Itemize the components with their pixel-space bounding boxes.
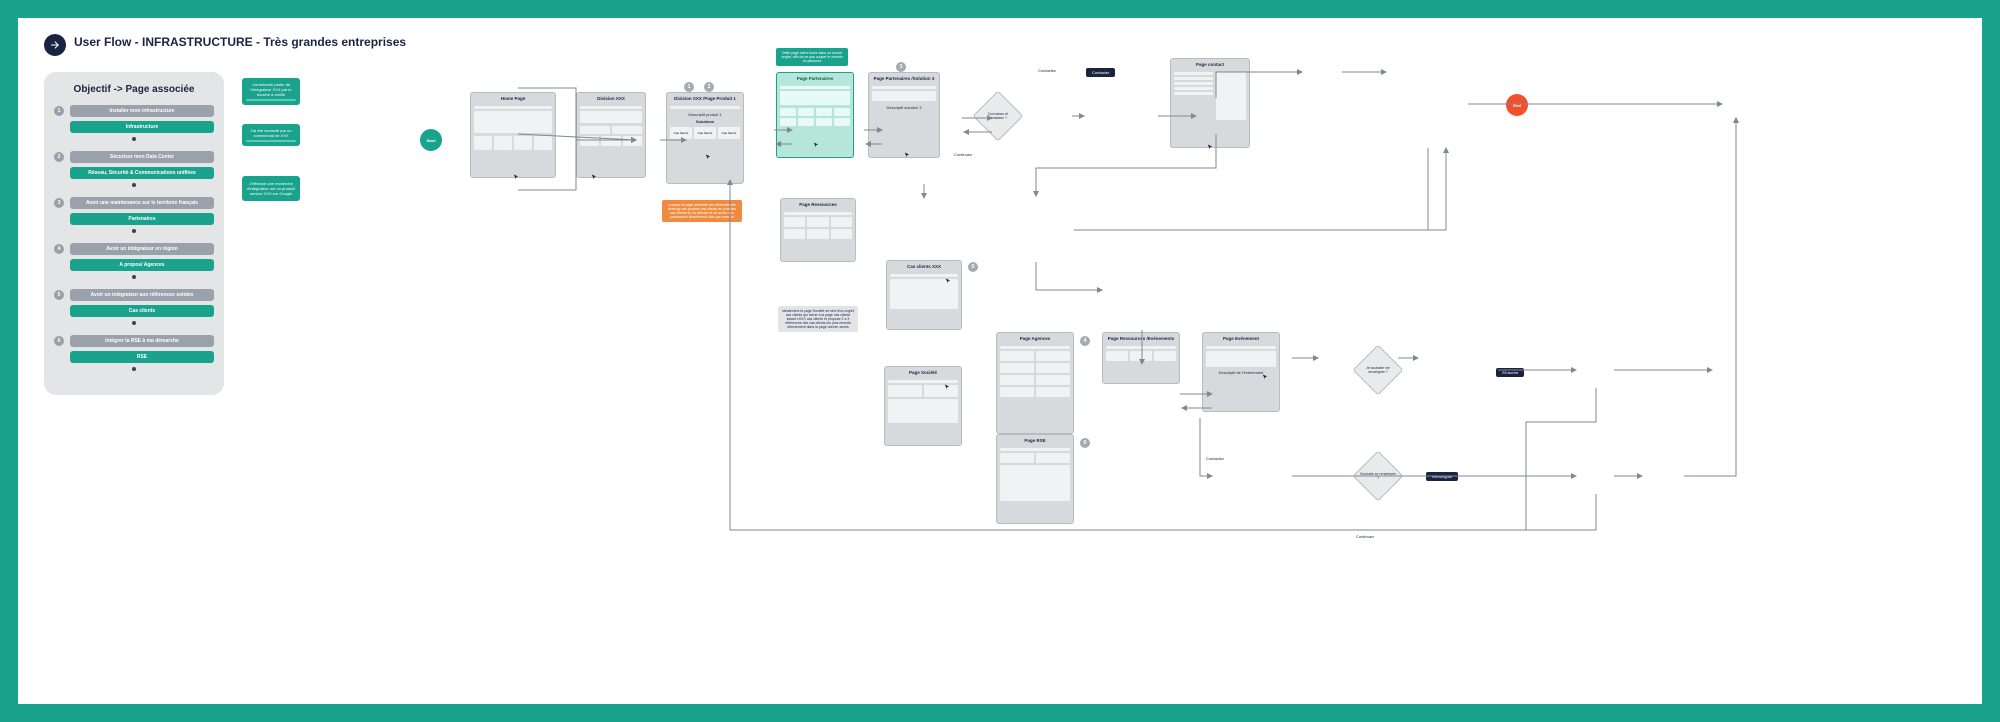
legend-dot (132, 367, 136, 371)
wireframe-evenement[interactable]: Page Evénement Descriptif de l'évènement (1202, 332, 1280, 412)
end-node: End (1506, 94, 1528, 116)
legend-heading: Objectif -> Page associée (54, 84, 214, 95)
wireframe-rse[interactable]: Page RSE (996, 434, 1074, 524)
wireframe-produit[interactable]: Division XXX /Page Produit 1 Descriptif … (666, 92, 744, 184)
legend-dot (132, 137, 136, 141)
wireframe-agences[interactable]: Page Agences (996, 332, 1074, 434)
decision-renseigner-2: Souhaite se renseigner ? (1360, 458, 1396, 494)
entry-commercial: J'ai été contacté par un commercial de X… (242, 124, 300, 146)
legend-objective: Avoir un intégrateur en région (70, 243, 214, 255)
legend-dot (132, 229, 136, 233)
legend-panel: Objectif -> Page associée 1 Installer mo… (44, 72, 224, 395)
legend-dot (132, 183, 136, 187)
canvas: User Flow - INFRASTRUCTURE - Très grande… (18, 18, 1982, 704)
legend-page: Infrastructure (70, 121, 214, 133)
entry-bouche-oreille: J'ai entendu parler de l'intégrateur XXX… (242, 78, 300, 105)
legend-objective: Avoir un intégrateur aux références soli… (70, 289, 214, 301)
wireframe-partenaires-solution[interactable]: Page Partenaires /Solution 3 Descriptif … (868, 72, 940, 158)
legend-objective: Installer mon infrastructure (70, 105, 214, 117)
label-contactez-1: Contactez (1038, 68, 1056, 73)
legend-page: A propos/ Agences (70, 259, 214, 271)
action-contacter-top[interactable]: Contacter (1086, 68, 1115, 77)
legend-num: 3 (54, 198, 64, 208)
wireframe-home[interactable]: Home Page (470, 92, 556, 178)
wireframe-societe[interactable]: Page Société (884, 366, 962, 446)
legend-num: 4 (54, 244, 64, 254)
step-4: 4 (1080, 336, 1090, 346)
arrow-circle-icon (44, 34, 66, 56)
action-renseigner[interactable]: Renseigner (1426, 472, 1458, 481)
legend-dot (132, 275, 136, 279)
step-1: 1 (684, 82, 694, 92)
decision-convaincu: Convaincu et contactez ? (980, 98, 1016, 134)
wireframe-contact[interactable]: Page contact (1170, 58, 1250, 148)
wireframe-ressources[interactable]: Page Ressources (780, 198, 856, 262)
label-continuez-2: Continuez (1356, 534, 1374, 539)
step-6: 6 (1080, 438, 1090, 448)
legend-objective: Intégrer la RSE à ma démarche (70, 335, 214, 347)
label-contactez-2: Contactez (1206, 456, 1224, 461)
step-2: 2 (704, 82, 714, 92)
legend-num: 2 (54, 152, 64, 162)
page-title: User Flow - INFRASTRUCTURE - Très grande… (74, 35, 406, 49)
note-orange: Lorsque la page présente ces éléments el… (662, 200, 742, 222)
step-5: 5 (968, 262, 978, 272)
wireframe-partenaires[interactable]: Page Partenaires (776, 72, 854, 158)
legend-num: 1 (54, 106, 64, 116)
note-nouvel-onglet: Cette page doit s'ouvrir dans un nouvel … (776, 48, 848, 66)
legend-num: 5 (54, 290, 64, 300)
step-3: 3 (896, 62, 906, 72)
action-inscrire[interactable]: S'inscrire (1496, 368, 1524, 377)
note-grey: Idéalement la page Société se sert d'un … (778, 306, 858, 332)
label-continuez-1: Continuez (954, 152, 972, 157)
legend-page: RSE (70, 351, 214, 363)
legend-objective: Sécuriser mon Data Center (70, 151, 214, 163)
decision-renseigner-1: Je souhaite me renseigner ? (1360, 352, 1396, 388)
wireframe-cas-clients[interactable]: Cas clients XXX (886, 260, 962, 330)
wireframe-division[interactable]: Division XXX (576, 92, 646, 178)
legend-num: 6 (54, 336, 64, 346)
start-node: Start (420, 129, 442, 151)
legend-page: Réseau, Sécurité & Communications unifié… (70, 167, 214, 179)
legend-dot (132, 321, 136, 325)
wireframe-ressources-evenements[interactable]: Page Ressources /Evénements (1102, 332, 1180, 384)
legend-objective: Avoir une maintenance sur le territoire … (70, 197, 214, 209)
legend-page: Partenaires (70, 213, 214, 225)
legend-page: Cas clients (70, 305, 214, 317)
entry-google: J'effectue une recherche d'intégrateur s… (242, 176, 300, 201)
